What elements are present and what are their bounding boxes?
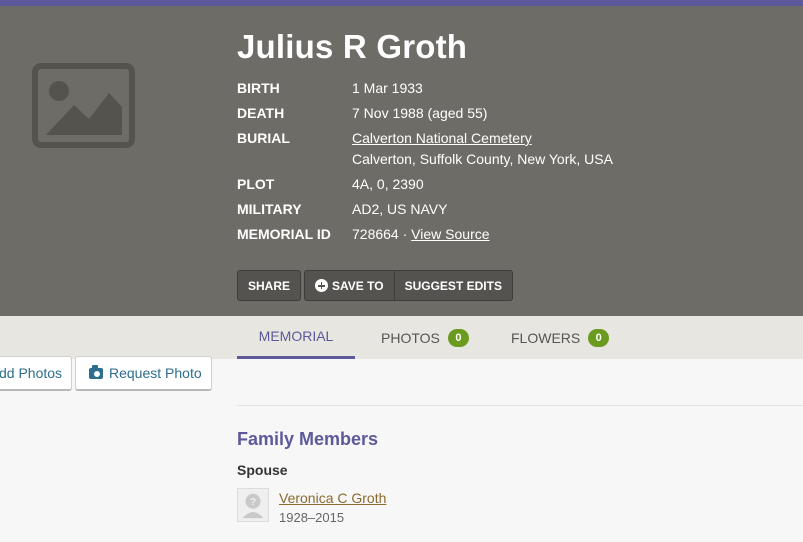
view-source-link[interactable]: View Source (411, 226, 489, 242)
tab-memorial[interactable]: MEMORIAL (237, 316, 355, 359)
military-label: MILITARY (237, 201, 302, 217)
death-label: DEATH (237, 105, 285, 121)
memorial-name: Julius R Groth (237, 28, 468, 65)
military-value: AD2, US NAVY (352, 201, 448, 217)
plot-label: PLOT (237, 176, 275, 192)
request-photo-button[interactable]: Request Photo (75, 356, 212, 391)
memorial-tabs: MEMORIAL PHOTOS 0 FLOWERS 0 (0, 316, 803, 359)
tab-flowers-label: FLOWERS (511, 329, 581, 346)
suggest-edits-button[interactable]: SUGGEST EDITS (393, 270, 513, 301)
unknown-person-icon: ? (237, 488, 269, 522)
family-members-heading: Family Members (237, 429, 379, 449)
cemetery-link[interactable]: Calverton National Cemetery (352, 130, 532, 146)
birth-label: BIRTH (237, 80, 280, 96)
add-photos-button[interactable]: dd Photos (0, 356, 72, 391)
plus-circle-icon (315, 279, 329, 292)
memorial-id-number: 728664 · (352, 226, 408, 242)
birth-value: 1 Mar 1933 (352, 80, 423, 96)
spouse-years: 1928–2015 (279, 510, 345, 525)
svg-text:?: ? (250, 497, 256, 508)
image-placeholder-icon (32, 63, 135, 148)
flowers-count-badge: 0 (588, 328, 610, 347)
plot-value: 4A, 0, 2390 (352, 176, 424, 192)
save-to-label: SAVE TO (332, 278, 384, 293)
tab-photos-label: PHOTOS (381, 329, 440, 346)
tab-flowers[interactable]: FLOWERS 0 (511, 316, 610, 359)
share-button[interactable]: SHARE (237, 270, 302, 301)
memorial-actions: SHARE SAVE TO SUGGEST EDITS (237, 270, 513, 301)
death-value: 7 Nov 1988 (aged 55) (352, 105, 488, 121)
burial-label: BURIAL (237, 130, 290, 146)
memorial-id-value: 728664 · View Source (352, 226, 490, 242)
spouse-label: Spouse (237, 462, 288, 478)
photos-count-badge: 0 (447, 328, 469, 347)
memorial-id-label: MEMORIAL ID (237, 226, 331, 242)
save-to-button[interactable]: SAVE TO (304, 270, 394, 301)
request-photo-label: Request Photo (109, 365, 202, 381)
memorial-header: Julius R Groth BIRTH 1 Mar 1933 DEATH 7 … (0, 6, 803, 316)
tab-memorial-label: MEMORIAL (258, 328, 334, 344)
spouse-name-link[interactable]: Veronica C Groth (279, 490, 386, 506)
section-divider (237, 405, 803, 406)
camera-icon (89, 364, 103, 379)
burial-location: Calverton, Suffolk County, New York, USA (352, 151, 613, 167)
tab-photos[interactable]: PHOTOS 0 (381, 316, 469, 359)
